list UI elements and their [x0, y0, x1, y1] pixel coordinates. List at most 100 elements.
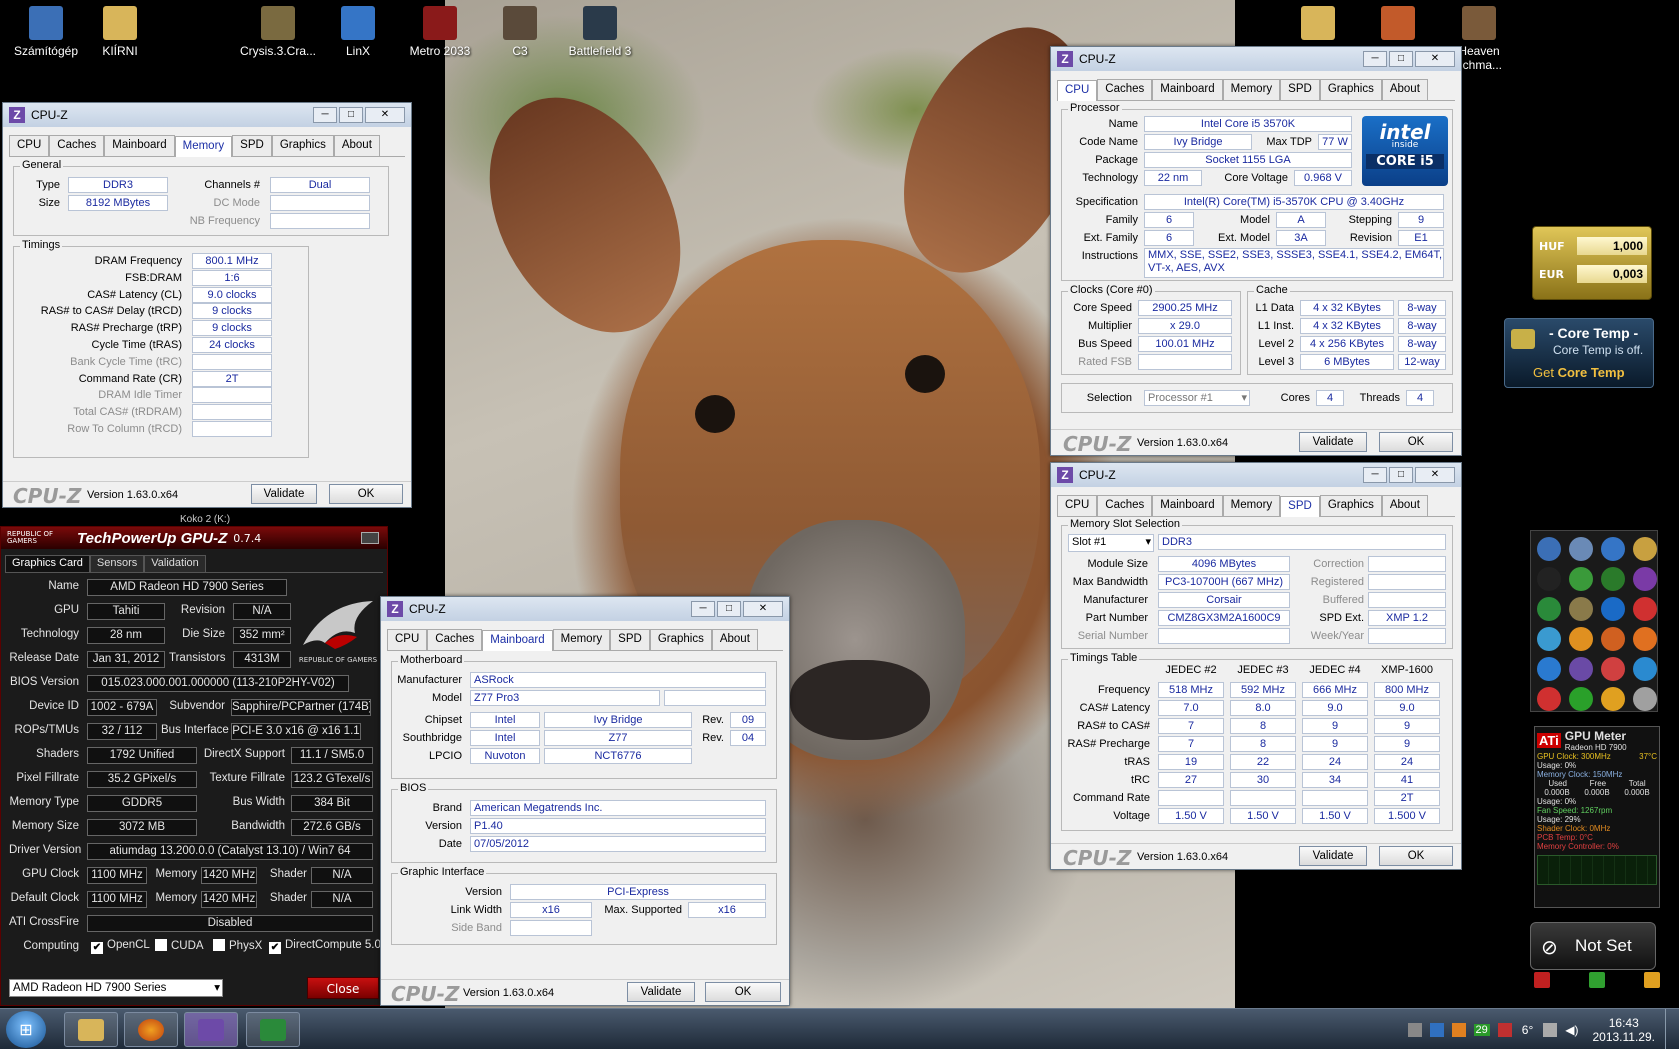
validate-button[interactable]: Validate — [251, 484, 317, 504]
taskbar-firefox[interactable] — [124, 1012, 178, 1047]
close-button[interactable]: ✕ — [743, 601, 783, 617]
ok-button[interactable]: OK — [1379, 846, 1453, 866]
tray-icon[interactable] — [1497, 1022, 1512, 1037]
app-launcher-icon[interactable] — [1537, 567, 1561, 591]
taskbar-explorer[interactable] — [64, 1012, 118, 1047]
minimize-button[interactable]: ─ — [691, 601, 715, 617]
app-launcher-icon[interactable] — [1601, 597, 1625, 621]
tab-mainboard[interactable]: Mainboard — [1152, 495, 1223, 516]
maximize-button[interactable]: □ — [717, 601, 741, 617]
app-launcher-icon[interactable] — [1633, 627, 1657, 651]
app-launcher-icon[interactable] — [1601, 567, 1625, 591]
tab-caches[interactable]: Caches — [427, 629, 483, 650]
close-button[interactable]: ✕ — [365, 107, 405, 123]
app-launcher-icon[interactable] — [1537, 537, 1561, 561]
maximize-button[interactable]: □ — [1389, 51, 1413, 67]
tools-icon[interactable] — [1644, 972, 1660, 988]
tray-icon[interactable] — [1451, 1022, 1466, 1037]
clock[interactable]: 16:43 2013.11.29. — [1582, 1016, 1665, 1044]
title-bar[interactable]: Z CPU-Z ─ □ ✕ — [1051, 47, 1461, 71]
tab-graphics[interactable]: Graphics — [649, 629, 712, 650]
minimize-button[interactable]: ─ — [313, 107, 337, 123]
tab-mainboard[interactable]: Mainboard — [104, 135, 175, 156]
validate-button[interactable]: Validate — [1299, 846, 1367, 866]
app-launcher-icon[interactable] — [1569, 537, 1593, 561]
app-launcher-icon[interactable] — [1537, 597, 1561, 621]
computing-checkbox[interactable]: CUDA — [155, 939, 204, 952]
network-icon[interactable] — [1543, 1022, 1558, 1037]
app-launcher-icon[interactable] — [1633, 597, 1657, 621]
camera-icon[interactable] — [361, 532, 379, 544]
validate-button[interactable]: Validate — [1299, 432, 1367, 452]
tab-spd[interactable]: SPD — [1280, 79, 1320, 100]
app-launcher-icon[interactable] — [1537, 657, 1561, 681]
ok-button[interactable]: OK — [1379, 432, 1453, 452]
tab-mainboard[interactable]: Mainboard — [1152, 79, 1223, 100]
maximize-button[interactable]: □ — [339, 107, 363, 123]
app-launcher-icon[interactable] — [1537, 627, 1561, 651]
tab-caches[interactable]: Caches — [1097, 79, 1153, 100]
tray-icon[interactable] — [1429, 1022, 1444, 1037]
minimize-button[interactable]: ─ — [1363, 467, 1387, 483]
gpu-select[interactable]: AMD Radeon HD 7900 Series ▾ — [9, 979, 223, 997]
close-button[interactable]: ✕ — [1415, 51, 1455, 67]
currency-row[interactable]: EUR 0,003 — [1539, 263, 1647, 285]
desktop-icon-c3[interactable]: C3 — [474, 6, 566, 58]
tab-graphics[interactable]: Graphics — [271, 135, 334, 156]
desktop-icon-crysis[interactable]: Crysis.3.Cra... — [232, 6, 324, 58]
app-launcher-icon[interactable] — [1633, 567, 1657, 591]
app-launcher-icon[interactable] — [1537, 687, 1561, 711]
ok-button[interactable]: OK — [705, 982, 781, 1002]
desktop-icon-battlefield[interactable]: Battlefield 3 — [554, 6, 646, 58]
tab-about[interactable]: About — [333, 135, 380, 156]
validate-button[interactable]: Validate — [627, 982, 695, 1002]
tab-spd[interactable]: SPD — [610, 629, 650, 650]
notset-gadget[interactable]: ⊘ Not Set — [1530, 922, 1656, 970]
app-launcher-icon[interactable] — [1569, 597, 1593, 621]
app-launcher-icon[interactable] — [1569, 567, 1593, 591]
tab-memory[interactable]: Memory — [552, 629, 611, 650]
tab-memory[interactable]: Memory — [1222, 495, 1281, 516]
tab-spd[interactable]: SPD — [232, 135, 272, 156]
desktop-icon-folder[interactable] — [1272, 6, 1364, 44]
tab-mainboard[interactable]: Mainboard — [482, 630, 553, 651]
tab-about[interactable]: About — [1381, 79, 1428, 100]
title-bar[interactable]: Z CPU-Z ─ □ ✕ — [381, 597, 789, 621]
maximize-button[interactable]: □ — [1389, 467, 1413, 483]
settings-icon[interactable] — [1589, 972, 1605, 988]
get-coretemp-link[interactable]: Get Core Temp — [1533, 365, 1625, 380]
tray-icon[interactable] — [1407, 1022, 1422, 1037]
app-launcher-icon[interactable] — [1601, 657, 1625, 681]
power-icon[interactable] — [1534, 972, 1550, 988]
desktop-icon-app[interactable] — [1352, 6, 1444, 44]
title-bar[interactable]: Z CPU-Z ─ □ ✕ — [3, 103, 411, 127]
gpuz-close-button[interactable]: Close — [307, 977, 379, 999]
show-desktop-button[interactable] — [1665, 1009, 1679, 1049]
app-launcher-icon[interactable] — [1601, 627, 1625, 651]
app-launcher-icon[interactable] — [1633, 537, 1657, 561]
ok-button[interactable]: OK — [329, 484, 403, 504]
title-bar[interactable]: Z CPU-Z ─ □ ✕ — [1051, 463, 1461, 487]
tray-badge[interactable]: 29 — [1473, 1023, 1490, 1036]
computing-checkbox[interactable]: PhysX — [213, 939, 262, 952]
tab-graphics[interactable]: Graphics — [1319, 495, 1382, 516]
minimize-button[interactable]: ─ — [1363, 51, 1387, 67]
tab-sensors[interactable]: Sensors — [89, 555, 145, 572]
tab-cpu[interactable]: CPU — [9, 135, 50, 156]
app-launcher-icon[interactable] — [1601, 687, 1625, 711]
volume-icon[interactable]: ◀) — [1565, 1023, 1578, 1037]
tab-cpu[interactable]: CPU — [1057, 495, 1098, 516]
gpuz-title-bar[interactable]: REPUBLIC OF GAMERS TechPowerUp GPU-Z 0.7… — [1, 527, 387, 549]
desktop-icon-kiirni[interactable]: KIÍRNI — [74, 6, 166, 58]
tab-caches[interactable]: Caches — [49, 135, 105, 156]
processor-select[interactable]: Processor #1 ▾ — [1144, 390, 1250, 406]
app-launcher-icon[interactable] — [1569, 627, 1593, 651]
start-button[interactable]: ⊞ — [6, 1011, 46, 1048]
tab-cpu[interactable]: CPU — [387, 629, 428, 650]
tab-about[interactable]: About — [1381, 495, 1428, 516]
taskbar-gpuz[interactable] — [246, 1012, 300, 1047]
desktop-icon-linx[interactable]: LinX — [312, 6, 404, 58]
taskbar-cpuz[interactable] — [184, 1012, 238, 1047]
tab-validation[interactable]: Validation — [144, 555, 206, 572]
app-launcher-icon[interactable] — [1569, 687, 1593, 711]
